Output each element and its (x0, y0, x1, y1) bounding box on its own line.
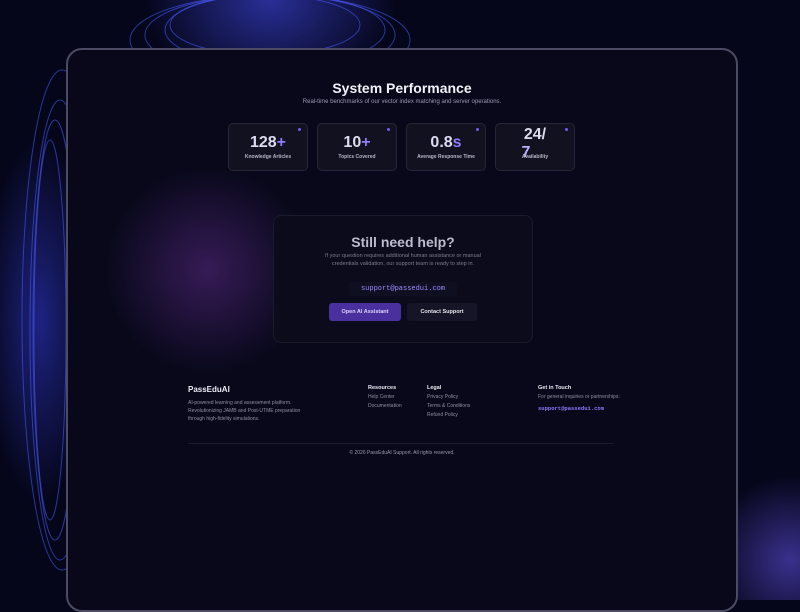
stat-card-availability: 24/7 Availability (495, 123, 575, 171)
help-title: Still need help? (351, 234, 455, 250)
stat-label: Topics Covered (338, 154, 376, 160)
footer-link-refund-policy[interactable]: Refund Policy (427, 412, 458, 418)
performance-subtitle: Real-time benchmarks of our vector index… (302, 99, 502, 105)
contact-support-button[interactable]: Contact Support (407, 303, 477, 321)
stat-label: Average Response Time (417, 154, 475, 160)
help-card: Still need help? If your question requir… (273, 215, 533, 343)
footer-brand: PassEduAI (188, 385, 230, 394)
footer-contact-text: For general inquiries or partnerships: (538, 394, 620, 400)
open-ai-assistant-button[interactable]: Open AI Assistant (329, 303, 401, 321)
footer-divider (188, 443, 614, 444)
footer-description: AI-powered learning and assessment platf… (188, 400, 301, 422)
stat-value: 0.8s (430, 134, 462, 151)
copyright: © 2026 PassEduAI Support. All rights res… (349, 450, 455, 456)
footer-resources-heading: Resources (368, 385, 397, 391)
footer-legal-heading: Legal (427, 385, 442, 391)
footer-link-terms[interactable]: Terms & Conditions (427, 403, 470, 409)
stat-indicator-dot (387, 128, 390, 131)
footer-link-privacy-policy[interactable]: Privacy Policy (427, 394, 458, 400)
support-email-link[interactable]: support@passedui.com (349, 282, 457, 296)
performance-title: System Performance (332, 80, 472, 96)
footer-link-documentation[interactable]: Documentation (368, 403, 402, 409)
stat-label: Knowledge Articles (244, 154, 292, 160)
help-description: If your question requires additional hum… (325, 253, 481, 267)
browser-frame: System Performance Real-time benchmarks … (66, 48, 738, 612)
stat-value: 10+ (343, 134, 371, 151)
footer-contact-email[interactable]: support@passedui.com (538, 405, 604, 412)
stat-card-knowledge-articles: 128+ Knowledge Articles (228, 123, 308, 171)
stat-card-response-time: 0.8s Average Response Time (406, 123, 486, 171)
footer-link-help-center[interactable]: Help Center (368, 394, 395, 400)
stat-label: Availability (521, 154, 549, 160)
stat-value: 128+ (249, 134, 287, 151)
stat-card-topics-covered: 10+ Topics Covered (317, 123, 397, 171)
stat-indicator-dot (476, 128, 479, 131)
stat-indicator-dot (298, 128, 301, 131)
footer-contact-heading: Get in Touch (538, 385, 572, 391)
